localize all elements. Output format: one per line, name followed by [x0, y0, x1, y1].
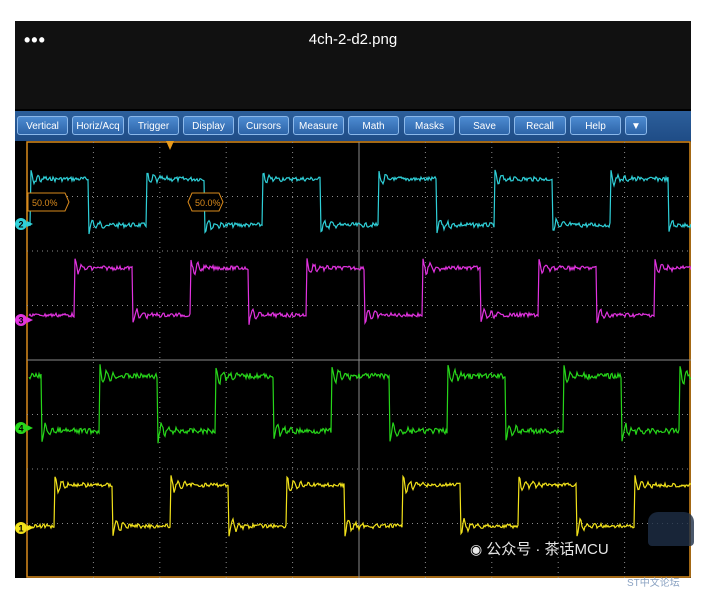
- channel-4-label: 4: [18, 424, 23, 434]
- wechat-icon: ◉: [470, 541, 483, 557]
- graticule: [26, 141, 691, 578]
- channel-markers: 2 3 4 1: [15, 218, 33, 534]
- channel-4-arrow: [27, 425, 33, 431]
- corner-watermark-text: ST中文论坛: [627, 578, 680, 589]
- menu-horiz-acq[interactable]: Horiz/Acq: [72, 116, 124, 135]
- menu-help[interactable]: Help: [570, 116, 621, 135]
- trigger-position-icon[interactable]: [166, 141, 174, 150]
- menu-masks[interactable]: Masks: [404, 116, 455, 135]
- scope-menu-bar: Vertical Horiz/Acq Trigger Display Curso…: [15, 111, 691, 141]
- scope-display: 2 3 4 1 50.0% 50.0%: [15, 141, 691, 578]
- channel-1-trace: [28, 474, 691, 537]
- channel-4-marker[interactable]: 4: [15, 422, 33, 434]
- waveform-canvas: 2 3 4 1 50.0% 50.0%: [15, 141, 691, 578]
- menu-measure[interactable]: Measure: [293, 116, 344, 135]
- trigger-level-label: 50.0%: [187, 192, 224, 212]
- title-bar: ••• 4ch-2-d2.png: [15, 21, 691, 109]
- channel-3-label: 3: [18, 316, 23, 326]
- channel-4-trace: [28, 364, 691, 444]
- menu-save[interactable]: Save: [459, 116, 510, 135]
- menu-math[interactable]: Math: [348, 116, 399, 135]
- channel-3-arrow: [27, 317, 33, 323]
- level-label-left: 50.0%: [32, 198, 58, 208]
- menu-trigger[interactable]: Trigger: [128, 116, 179, 135]
- trigger-level-label: 50.0%: [27, 192, 70, 212]
- channel-2-label: 2: [18, 220, 23, 230]
- channel-3-trace: [28, 258, 691, 326]
- menu-display[interactable]: Display: [183, 116, 234, 135]
- image-viewer-window: ••• 4ch-2-d2.png Vertical Horiz/Acq Trig…: [15, 21, 691, 578]
- menu-recall[interactable]: Recall: [514, 116, 566, 135]
- channel-1-label: 1: [18, 524, 23, 534]
- menu-vertical[interactable]: Vertical: [17, 116, 68, 135]
- level-label-right: 50.0%: [195, 198, 221, 208]
- menu-cursors[interactable]: Cursors: [238, 116, 289, 135]
- window-title: 4ch-2-d2.png: [308, 31, 398, 48]
- watermark: ◉ 公众号 · 茶话MCU: [470, 538, 609, 559]
- triangle-down-icon[interactable]: ▼: [625, 116, 647, 135]
- channel-2-trace: [28, 169, 691, 235]
- watermark-text: 公众号 · 茶话MCU: [486, 541, 609, 558]
- corner-logo-shape: [648, 512, 694, 546]
- channel-1-marker[interactable]: 1: [15, 522, 33, 534]
- waveform-traces: [28, 169, 691, 537]
